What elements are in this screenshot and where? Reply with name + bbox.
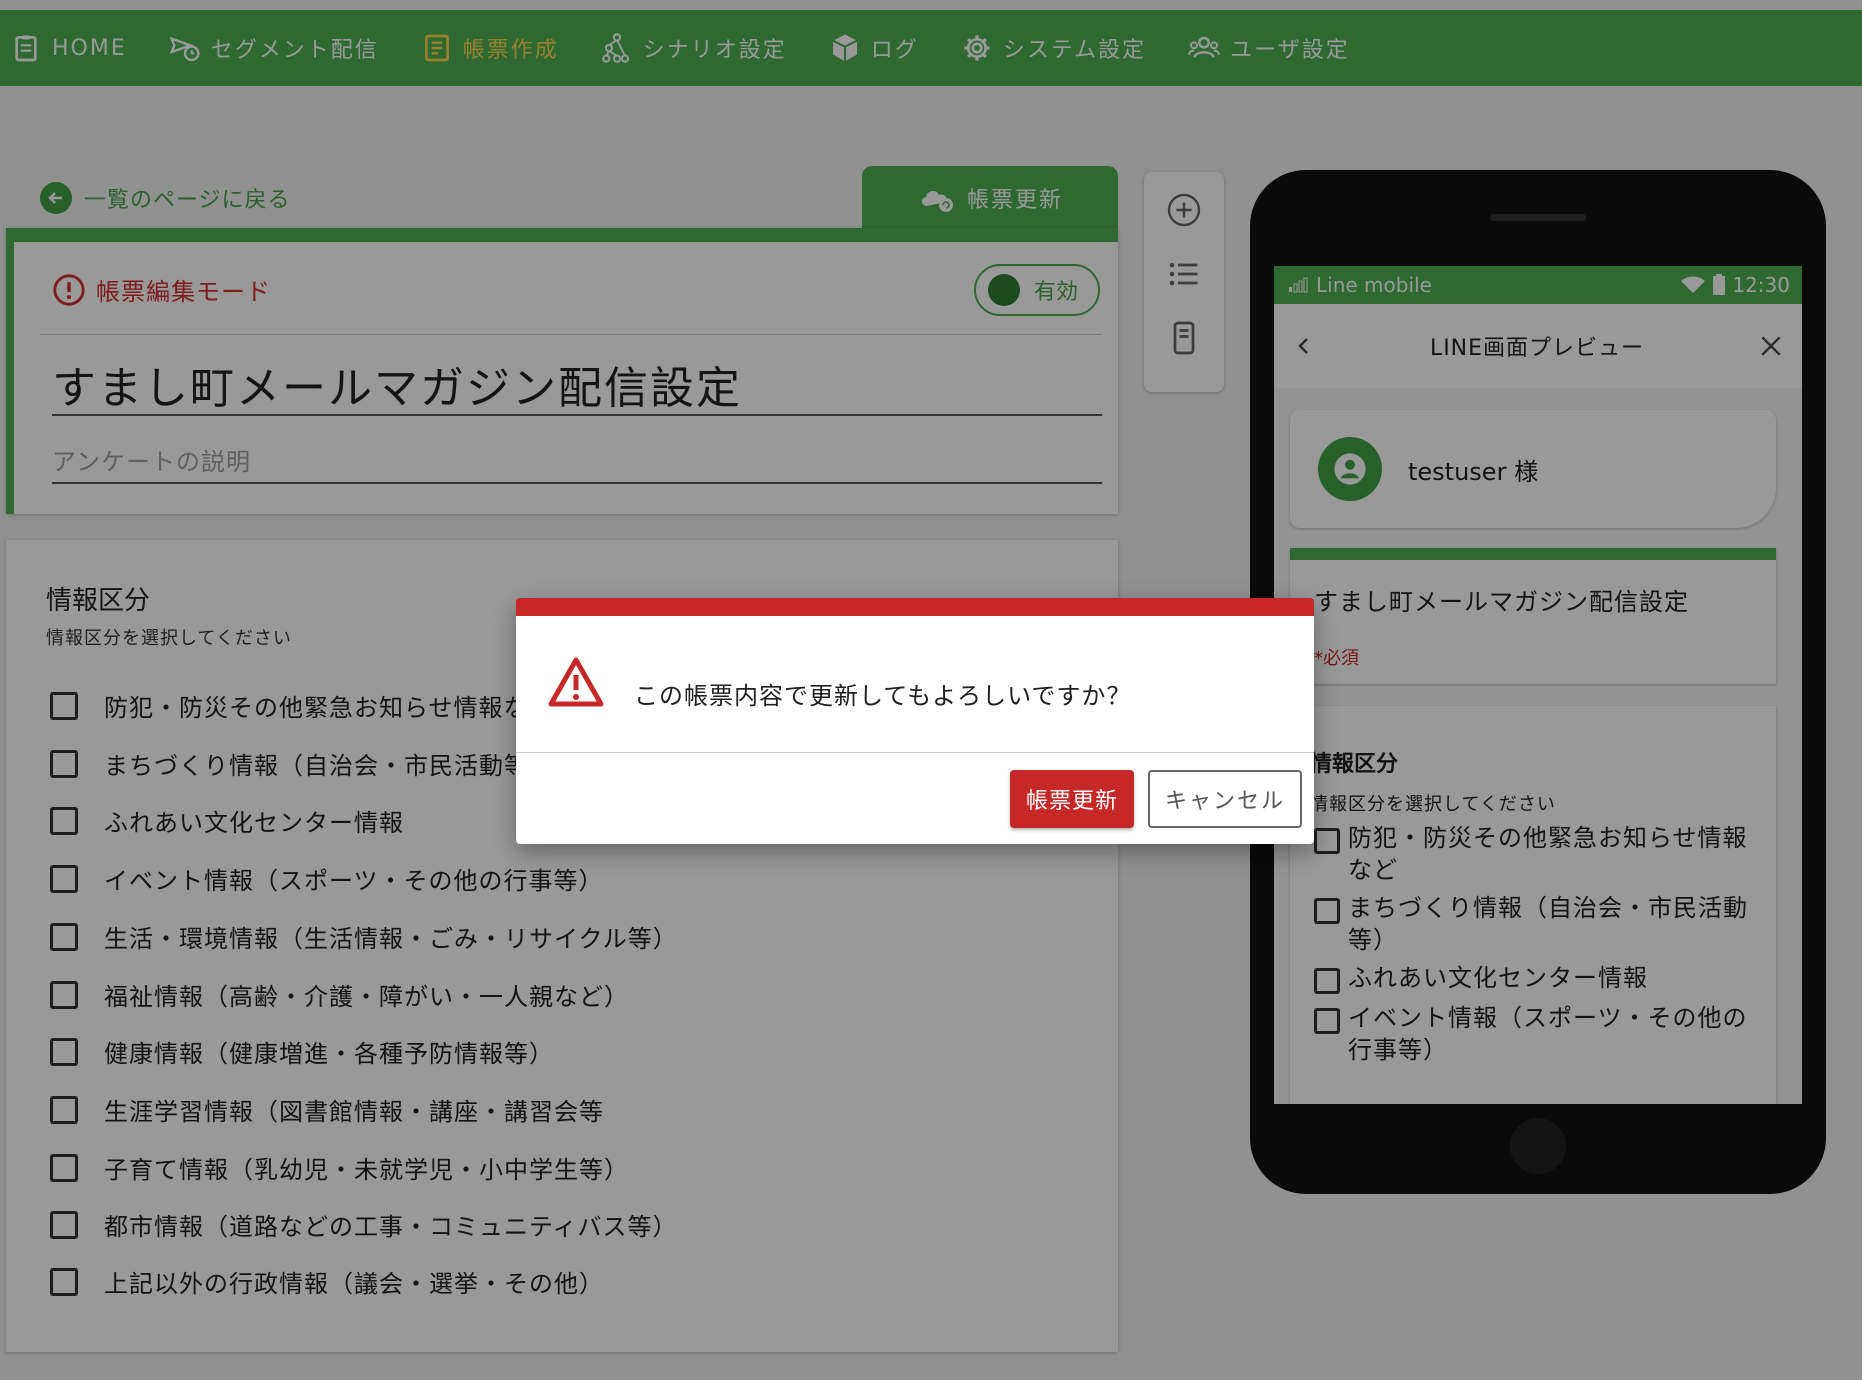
warning-icon [548, 657, 604, 707]
dialog-message: この帳票内容で更新してもよろしいですか？ [634, 682, 1132, 710]
confirm-update-button[interactable]: 帳票更新 [1010, 770, 1134, 828]
dialog-divider [516, 752, 1314, 753]
cancel-button[interactable]: キャンセル [1148, 770, 1302, 828]
confirm-dialog: この帳票内容で更新してもよろしいですか？ 帳票更新 キャンセル [516, 598, 1314, 844]
